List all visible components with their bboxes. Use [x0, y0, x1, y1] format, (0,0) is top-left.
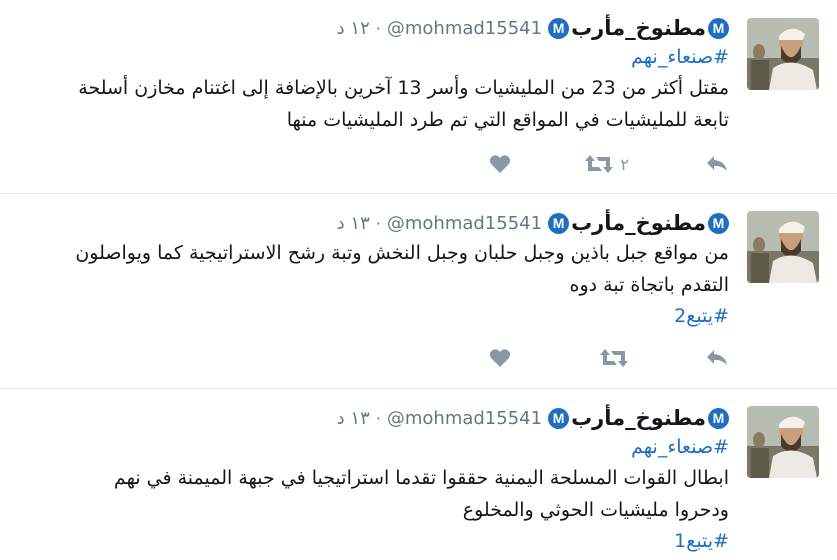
- separator-dot: ·: [375, 18, 381, 38]
- avatar-photo-icon: [747, 211, 819, 283]
- reply-button[interactable]: [705, 342, 729, 374]
- hashtag-link[interactable]: #يتبع2: [20, 301, 729, 331]
- verified-m-icon: M: [708, 212, 729, 234]
- tweet-header: M مطنوخ_مأرب M @mohmad15541 · ١٢ د: [20, 14, 729, 42]
- avatar[interactable]: [747, 406, 819, 478]
- verified-m-icon: M: [548, 17, 570, 39]
- user-handle[interactable]: @mohmad15541: [387, 213, 542, 234]
- hashtag-link[interactable]: #صنعاء_نهم: [20, 42, 729, 72]
- display-name[interactable]: مطنوخ_مأرب: [571, 16, 706, 40]
- tweet-item[interactable]: M مطنوخ_مأرب M @mohmad15541 · ١٢ د #صنعا…: [0, 0, 837, 194]
- avatar[interactable]: [747, 18, 819, 90]
- avatar-photo-icon: [747, 18, 819, 90]
- verified-m-icon: M: [708, 407, 729, 429]
- hashtag-link[interactable]: #صنعاء_نهم: [20, 432, 729, 462]
- verified-m-icon: M: [548, 212, 570, 234]
- tweet-text-line: مقتل أكثر من 23 من المليشيات وأسر 13 آخر…: [78, 77, 729, 99]
- verified-m-icon: M: [708, 17, 729, 39]
- display-name[interactable]: مطنوخ_مأرب: [571, 211, 706, 235]
- display-name[interactable]: مطنوخ_مأرب: [571, 406, 706, 430]
- tweet-text-line: التقدم باتجاة تبة دوه: [569, 274, 729, 296]
- retweet-icon: [585, 155, 614, 173]
- timestamp[interactable]: ١٢ د: [337, 18, 370, 39]
- tweet-item[interactable]: M مطنوخ_مأرب M @mohmad15541 · ١٣ د #صنعا…: [0, 390, 837, 560]
- hashtag-link[interactable]: #يتبع1: [20, 526, 729, 556]
- heart-icon: [489, 155, 511, 173]
- retweet-icon: [600, 349, 628, 367]
- reply-button[interactable]: [705, 148, 729, 180]
- like-button[interactable]: [489, 342, 511, 374]
- tweet-text-line: ابطال القوات المسلحة اليمنية حققوا تقدما…: [113, 467, 729, 489]
- tweet-actions: ٢: [429, 148, 729, 180]
- timestamp[interactable]: ١٣ د: [337, 408, 370, 429]
- tweet-text-line: من مواقع جبل باذين وجبل حلبان وجبل النخش…: [75, 242, 729, 264]
- separator-dot: ·: [375, 213, 381, 233]
- reply-icon: [707, 156, 727, 171]
- tweet-text-line: ودحروا مليشيات الحوثي والمخلوع: [462, 499, 729, 521]
- reply-icon: [707, 350, 727, 365]
- avatar[interactable]: [747, 211, 819, 283]
- tweet-text-line: تابعة للمليشيات في المواقع التي تم طرد ا…: [286, 109, 729, 131]
- tweet-item[interactable]: M مطنوخ_مأرب M @mohmad15541 · ١٣ د من مو…: [0, 195, 837, 389]
- user-handle[interactable]: @mohmad15541: [387, 408, 542, 429]
- separator-dot: ·: [375, 408, 381, 428]
- tweet-header: M مطنوخ_مأرب M @mohmad15541 · ١٣ د: [20, 209, 729, 237]
- retweet-button[interactable]: [599, 342, 629, 374]
- verified-m-icon: M: [548, 407, 570, 429]
- avatar-photo-icon: [747, 406, 819, 478]
- retweet-count: ٢: [620, 154, 629, 174]
- retweet-button[interactable]: ٢: [584, 148, 629, 180]
- like-button[interactable]: [489, 148, 511, 180]
- heart-icon: [489, 349, 511, 367]
- user-handle[interactable]: @mohmad15541: [387, 18, 542, 39]
- timestamp[interactable]: ١٣ د: [337, 213, 370, 234]
- tweet-actions: [429, 342, 729, 374]
- tweet-header: M مطنوخ_مأرب M @mohmad15541 · ١٣ د: [20, 404, 729, 432]
